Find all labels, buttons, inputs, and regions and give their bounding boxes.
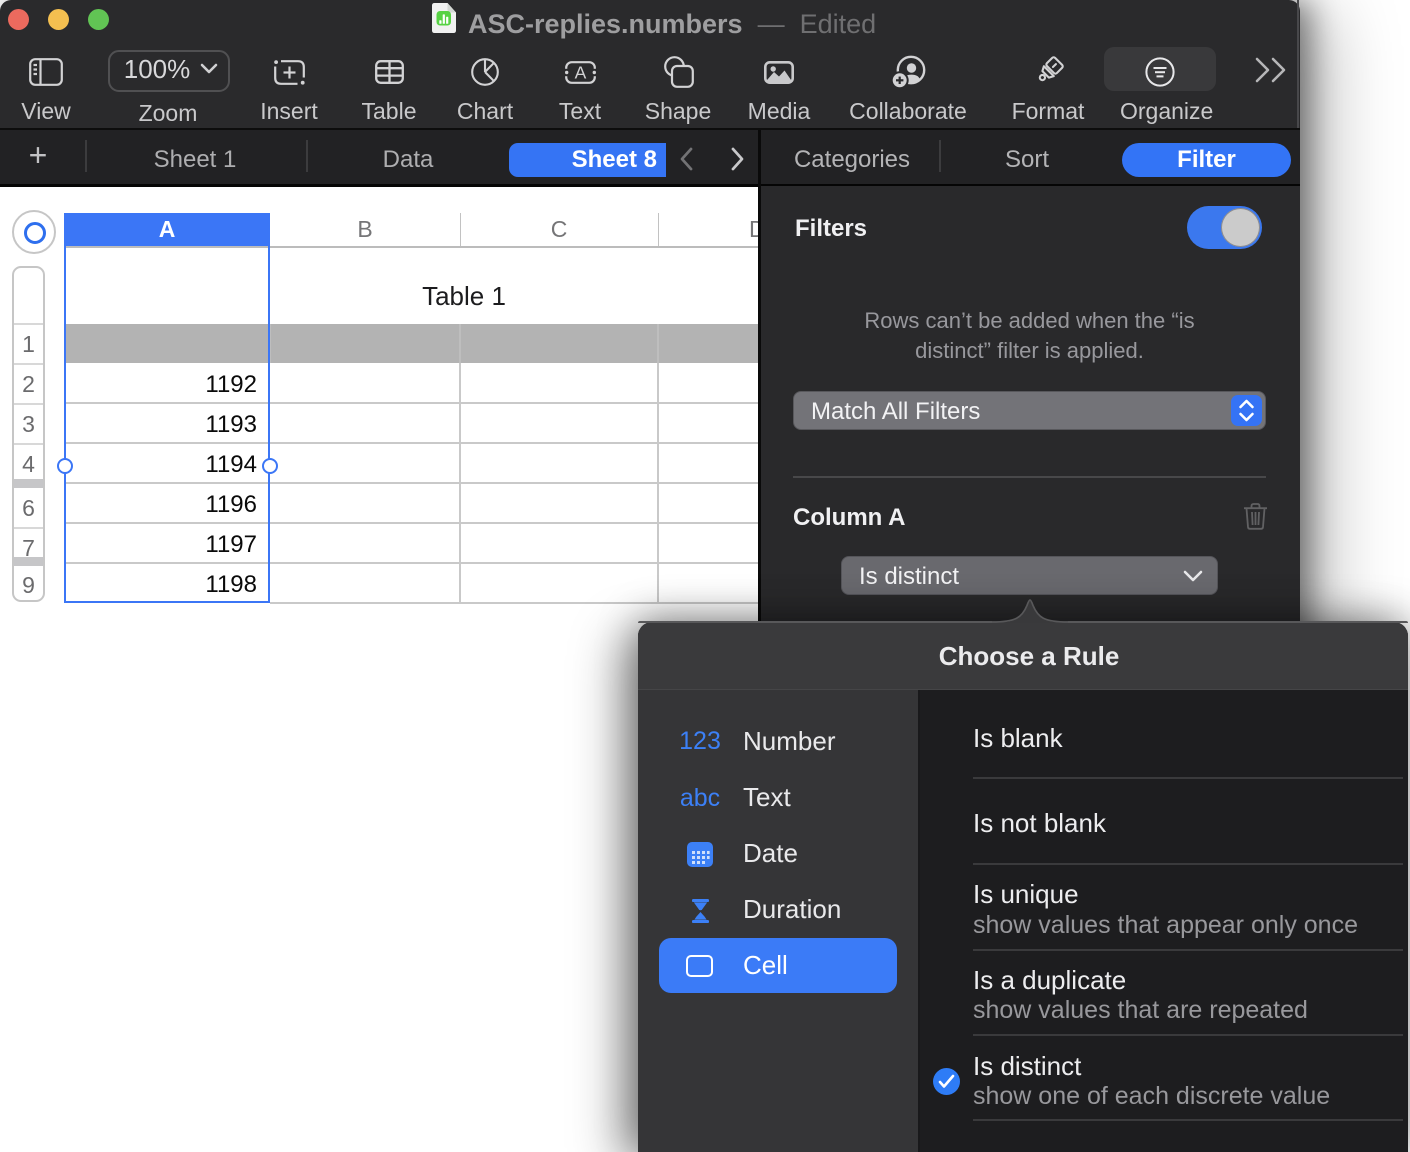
svg-text:A: A <box>574 62 586 82</box>
